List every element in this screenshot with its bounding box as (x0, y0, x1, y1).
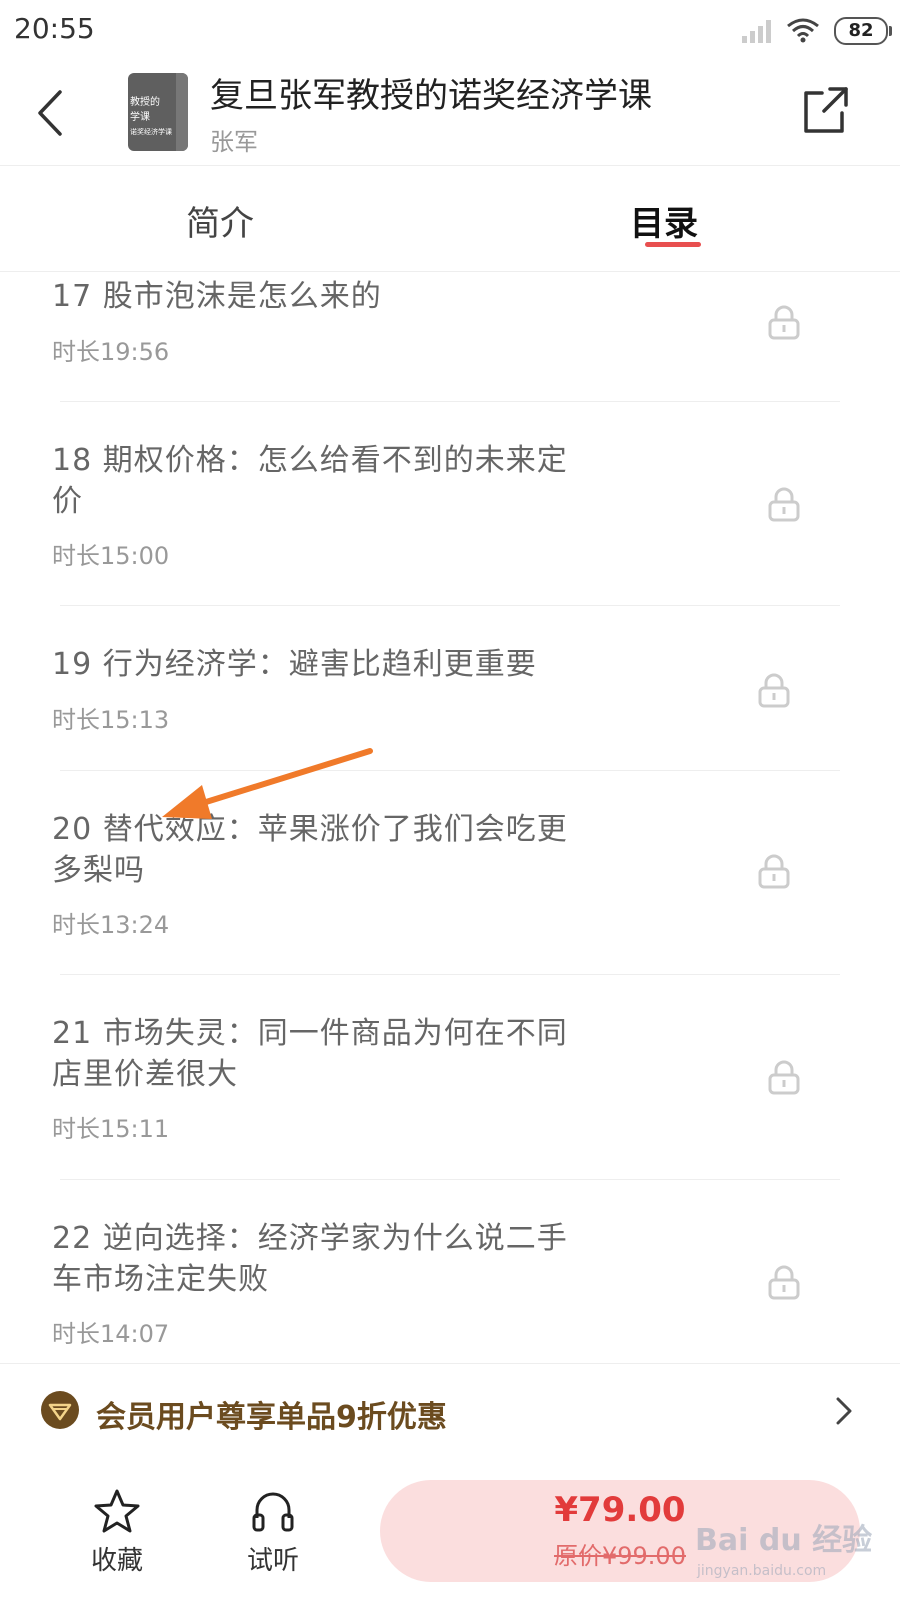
status-bar: 20:55 82 (0, 0, 900, 60)
episode-title: 22 逆向选择：经济学家为什么说二手车市场注定失败 (52, 1221, 568, 1297)
list-item[interactable]: 21 市场失灵：同一件商品为何在不同店里价差很大 时长15:11 (0, 975, 900, 1179)
signal-icon (742, 20, 771, 43)
list-item[interactable]: 19 行为经济学：避害比趋利更重要 时长15:13 (0, 606, 900, 770)
tab-bar: 简介 目录 (0, 166, 900, 272)
back-icon[interactable] (34, 88, 66, 138)
share-icon[interactable] (800, 85, 850, 135)
episode-title: 18 期权价格：怎么给看不到的未来定价 (52, 443, 568, 519)
episode-list[interactable]: 17 股市泡沫是怎么来的 时长19:56 18 期权价格：怎么给看不到的未来定价… (0, 272, 900, 1362)
episode-title: 17 股市泡沫是怎么来的 (52, 279, 382, 314)
header: 教授的 学课 诺奖经济学课 复旦张军教授的诺奖经济学课 张军 (0, 60, 900, 166)
chevron-right-icon (836, 1397, 852, 1425)
episode-title: 21 市场失灵：同一件商品为何在不同店里价差很大 (52, 1016, 568, 1092)
cover-text: 教授的 学课 诺奖经济学课 (130, 97, 172, 136)
lock-icon (768, 487, 800, 522)
status-time: 20:55 (14, 12, 95, 45)
episode-duration: 时长15:11 (52, 1115, 170, 1143)
lock-icon (768, 1265, 800, 1300)
promo-text: 会员用户尊享单品9折优惠 (96, 1400, 447, 1435)
member-promo-banner[interactable]: 会员用户尊享单品9折优惠 (0, 1363, 900, 1459)
star-icon (94, 1489, 140, 1533)
lock-icon (768, 305, 800, 340)
active-tab-indicator (645, 242, 701, 247)
episode-duration: 时长14:07 (52, 1320, 170, 1348)
tab-intro[interactable]: 简介 (186, 196, 254, 245)
cover-strip (176, 73, 188, 151)
episode-duration: 时长13:24 (52, 911, 170, 939)
episode-title: 19 行为经济学：避害比趋利更重要 (52, 647, 537, 682)
headphones-icon (252, 1492, 294, 1532)
crown-icon (41, 1391, 79, 1429)
list-item[interactable]: 20 替代效应：苹果涨价了我们会吃更多梨吗 时长13:24 (0, 771, 900, 974)
trial-listen-button[interactable]: 试听 (228, 1488, 318, 1577)
author-name[interactable]: 张军 (210, 122, 258, 157)
tab-catalog[interactable]: 目录 (630, 196, 698, 245)
episode-duration: 时长15:13 (52, 706, 170, 734)
watermark-main: Bai du 经验 (695, 1523, 873, 1558)
favorite-label: 收藏 (90, 1546, 143, 1576)
favorite-button[interactable]: 收藏 (72, 1488, 162, 1577)
album-cover[interactable]: 教授的 学课 诺奖经济学课 (128, 73, 188, 151)
episode-duration: 时长19:56 (52, 338, 170, 366)
annotation-arrow (162, 748, 373, 819)
list-item[interactable]: 17 股市泡沫是怎么来的 时长19:56 (0, 272, 900, 402)
battery-indicator: 82 (834, 17, 892, 45)
watermark-sub: jingyan.baidu.com (697, 1563, 827, 1579)
episode-duration: 时长15:00 (52, 542, 170, 570)
lock-icon (768, 1060, 800, 1095)
list-item[interactable]: 22 逆向选择：经济学家为什么说二手车市场注定失败 时长14:07 (0, 1180, 900, 1362)
listen-label: 试听 (246, 1546, 299, 1576)
lock-icon (758, 673, 790, 708)
list-item[interactable]: 18 期权价格：怎么给看不到的未来定价 时长15:00 (0, 402, 900, 605)
watermark: Bai du 经验 jingyan.baidu.com (695, 1515, 885, 1585)
wifi-icon (787, 18, 819, 43)
lock-icon (758, 854, 790, 889)
page-title: 复旦张军教授的诺奖经济学课 (210, 76, 652, 116)
